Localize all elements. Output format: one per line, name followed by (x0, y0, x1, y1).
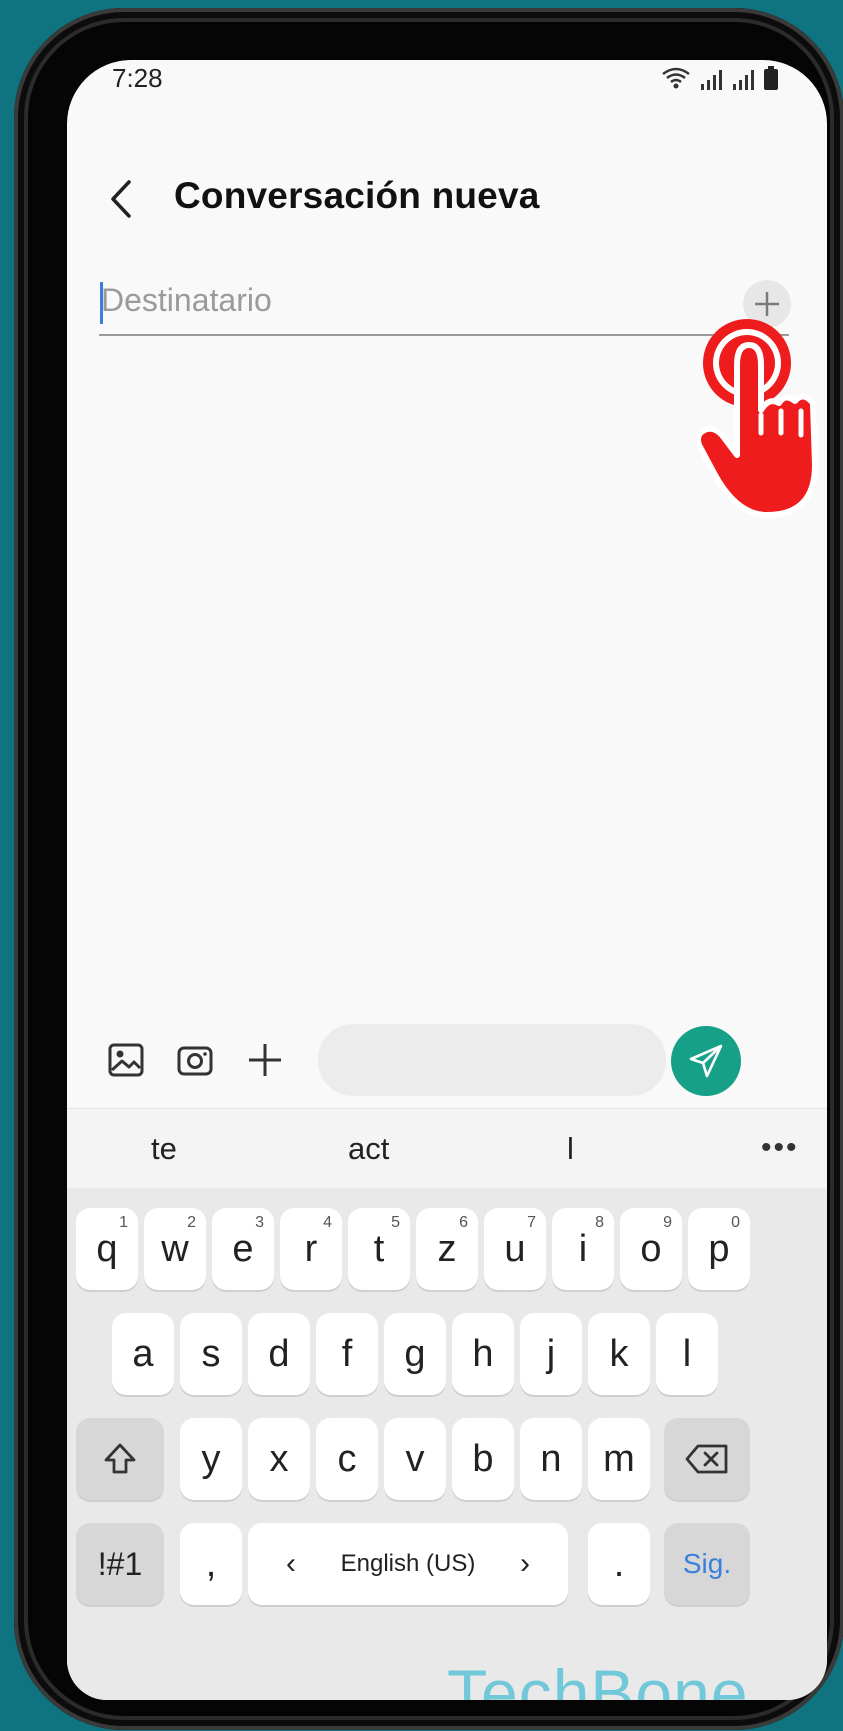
key-number: 4 (323, 1214, 332, 1231)
chevron-right-icon: › (520, 1547, 530, 1580)
key-f[interactable]: f (316, 1313, 378, 1395)
key-p[interactable]: p0 (688, 1208, 750, 1290)
app-bar: Conversación nueva (67, 160, 827, 240)
backspace-key[interactable] (664, 1418, 750, 1500)
key-e[interactable]: e3 (212, 1208, 274, 1290)
key-number: 1 (119, 1214, 128, 1231)
key-g[interactable]: g (384, 1313, 446, 1395)
status-time: 7:28 (112, 63, 163, 93)
send-icon (689, 1044, 723, 1078)
key-label: o (640, 1227, 662, 1270)
key-l[interactable]: l (656, 1313, 718, 1395)
key-number: 7 (527, 1214, 536, 1231)
message-input[interactable] (318, 1024, 666, 1096)
back-arrow-icon (111, 180, 131, 218)
key-label: w (161, 1227, 189, 1270)
key-h[interactable]: h (452, 1313, 514, 1395)
key-n[interactable]: n (520, 1418, 582, 1500)
key-label: r (304, 1227, 318, 1270)
key-label: e (232, 1227, 254, 1270)
attach-button[interactable] (245, 1040, 285, 1080)
key-number: 0 (731, 1214, 740, 1231)
recipient-field (99, 270, 791, 336)
key-o[interactable]: o9 (620, 1208, 682, 1290)
shift-key[interactable] (76, 1418, 164, 1500)
signal-icon-2 (733, 70, 754, 90)
key-w[interactable]: w2 (144, 1208, 206, 1290)
key-u[interactable]: u7 (484, 1208, 546, 1290)
key-j[interactable]: j (520, 1313, 582, 1395)
camera-button[interactable] (175, 1040, 215, 1080)
suggestion-item[interactable]: act (348, 1131, 389, 1167)
page-title: Conversación nueva (174, 175, 540, 216)
send-button[interactable] (671, 1026, 741, 1096)
suggestion-item[interactable]: te (151, 1131, 177, 1167)
key-m[interactable]: m (588, 1418, 650, 1500)
key-label: p (708, 1227, 730, 1270)
backspace-icon (685, 1444, 728, 1474)
key-number: 9 (663, 1214, 672, 1231)
space-language-label: English (US) (340, 1550, 476, 1577)
compose-bar (67, 1020, 827, 1100)
key-number: 2 (187, 1214, 196, 1231)
key-z[interactable]: z6 (416, 1208, 478, 1290)
key-v[interactable]: v (384, 1418, 446, 1500)
key-c[interactable]: c (316, 1418, 378, 1500)
next-key[interactable]: Sig. (664, 1523, 750, 1605)
status-bar: 7:28 (67, 60, 827, 130)
battery-icon (764, 66, 778, 90)
key-number: 5 (391, 1214, 400, 1231)
chevron-left-icon: ‹ (286, 1547, 296, 1580)
key-label: t (373, 1227, 385, 1270)
shift-icon (104, 1443, 136, 1474)
key-b[interactable]: b (452, 1418, 514, 1500)
signal-icon-1 (701, 70, 722, 90)
suggestion-item[interactable]: l (567, 1131, 574, 1167)
wifi-icon (662, 67, 690, 89)
period-key[interactable]: . (588, 1523, 650, 1605)
key-d[interactable]: d (248, 1313, 310, 1395)
camera-icon (177, 1046, 213, 1076)
key-i[interactable]: i8 (552, 1208, 614, 1290)
key-number: 6 (459, 1214, 468, 1231)
suggestion-bar: te act l ••• (67, 1108, 827, 1189)
comma-key[interactable]: , (180, 1523, 242, 1605)
keyboard: q1 w2 e3 r4 t5 z6 u7 i8 o9 p0 a s d f g … (67, 1188, 827, 1700)
tap-pointer-icon (697, 319, 818, 518)
key-y[interactable]: y (180, 1418, 242, 1500)
key-number: 8 (595, 1214, 604, 1231)
key-t[interactable]: t5 (348, 1208, 410, 1290)
key-label: q (96, 1227, 118, 1270)
key-q[interactable]: q1 (76, 1208, 138, 1290)
key-number: 3 (255, 1214, 264, 1231)
symbols-key[interactable]: !#1 (76, 1523, 164, 1605)
key-label: u (504, 1227, 526, 1270)
more-options-icon[interactable]: ••• (761, 1131, 799, 1165)
key-label: z (437, 1227, 457, 1270)
status-icons (661, 66, 779, 90)
gallery-icon (108, 1043, 144, 1077)
key-x[interactable]: x (248, 1418, 310, 1500)
key-r[interactable]: r4 (280, 1208, 342, 1290)
screen: 7:28 Conversación nueva Destinatario te … (67, 60, 827, 1700)
key-label: i (578, 1227, 588, 1270)
key-s[interactable]: s (180, 1313, 242, 1395)
recipient-input[interactable] (99, 270, 701, 330)
plus-icon (249, 1044, 281, 1076)
space-key[interactable]: ‹ English (US) › (248, 1523, 568, 1605)
gallery-button[interactable] (106, 1040, 146, 1080)
key-k[interactable]: k (588, 1313, 650, 1395)
back-button[interactable] (101, 174, 145, 224)
key-a[interactable]: a (112, 1313, 174, 1395)
